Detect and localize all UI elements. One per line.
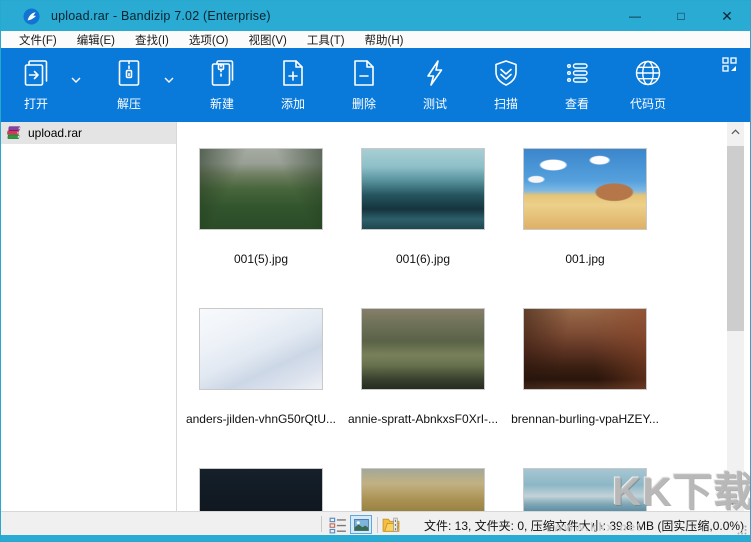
red-canyon-photo-thumbnail [523,308,647,390]
view-mode-toggle [329,515,403,534]
file-item[interactable] [342,442,504,513]
toolbar-open-label: 打开 [23,97,48,111]
mountain-lake-photo-thumbnail [523,468,647,513]
statusbar: 文件: 13, 文件夹: 0, 压缩文件大小: 39.8 MB (固实压缩,0.… [1,511,750,535]
minimize-button[interactable]: — [612,1,658,31]
extract-icon [113,54,145,89]
archive-summary-text: 文件: 13, 文件夹: 0, 压缩文件大小: 39.8 MB (固实压缩,0.… [424,519,745,533]
window-bottom-border [1,535,750,541]
file-item[interactable]: anders-jilden-vhnG50rQtU... [180,282,342,442]
toolbar-delete-label: 删除 [351,97,376,111]
toolbar: 打开 解压 新建 添加 删除 测试 扫描 查看 代码页 [1,48,750,122]
window-controls: — □ ✕ [612,1,750,31]
file-name: 001.jpg [565,252,605,266]
scrollbar-thumb[interactable] [727,146,744,331]
file-item[interactable]: brennan-burling-vpaHZEY... [504,282,666,442]
green-valley-photo-thumbnail [199,148,323,230]
toolbar-add-button[interactable]: 添加 [264,54,322,112]
toolbar-view-label: 查看 [564,97,589,111]
chevron-down-icon [71,71,81,86]
chevron-down-icon [164,71,174,86]
toolbar-extract-dropdown[interactable] [158,54,180,112]
ice-snow-photo-thumbnail [199,308,323,390]
desert-sky-photo-thumbnail [523,148,647,230]
file-name: brennan-burling-vpaHZEY... [511,412,659,426]
archive-tree-sidebar: upload.rar [1,122,177,513]
file-item[interactable] [504,442,666,513]
rar-archive-icon [7,126,21,139]
menu-file[interactable]: 文件(F) [9,31,67,48]
window-title: upload.rar - Bandizip 7.02 (Enterprise) [51,9,271,23]
sidebar-item-upload-rar[interactable]: upload.rar [1,122,176,144]
toolbar-open-button[interactable]: 打开 [7,54,65,112]
delete-file-icon [348,54,380,89]
toolbar-new-button[interactable]: 新建 [193,54,251,112]
scan-shield-icon [490,54,522,89]
open-archive-icon [20,54,52,89]
add-file-icon [277,54,309,89]
statusbar-separator [321,516,322,532]
codepage-globe-icon [632,54,664,89]
toolbar-add-label: 添加 [280,97,305,111]
toolbar-scan-button[interactable]: 扫描 [477,54,535,112]
resize-grip[interactable] [737,522,747,535]
file-name: 001(6).jpg [395,252,451,266]
bandizip-window: upload.rar - Bandizip 7.02 (Enterprise) … [0,0,751,542]
details-view-icon[interactable] [329,516,347,534]
toolbar-extract-button[interactable]: 解压 [100,54,158,112]
toolbar-view-button[interactable]: 查看 [548,54,606,112]
dark-night-figure-photo-thumbnail [199,468,323,513]
file-item[interactable]: annie-spratt-AbnkxsF0XrI-... [342,282,504,442]
new-archive-icon [206,54,238,89]
file-item[interactable]: 001(6).jpg [342,122,504,282]
toolbar-delete-button[interactable]: 删除 [335,54,393,112]
toolbar-codepage-label: 代码页 [629,97,666,111]
menu-tools[interactable]: 工具(T) [297,31,355,48]
menu-edit[interactable]: 编辑(E) [67,31,125,48]
menu-find[interactable]: 查找(I) [125,31,179,48]
menu-options[interactable]: 选项(O) [179,31,239,48]
thumbnail-view-icon[interactable] [350,515,372,534]
vertical-scrollbar[interactable] [727,122,744,513]
ocean-waves-photo-thumbnail [361,148,485,230]
menu-help[interactable]: 帮助(H) [355,31,414,48]
open-folder-zip-icon[interactable] [382,516,400,534]
toolbar-test-button[interactable]: 测试 [406,54,464,112]
main-area: upload.rar 001(5).jpg 001(6).jpg 001.jpg… [1,122,750,513]
view-list-icon [561,54,593,89]
sidebar-item-label: upload.rar [28,126,83,140]
toolbar-test-label: 测试 [422,97,447,111]
file-item[interactable] [180,442,342,513]
autumn-trees-photo-thumbnail [361,468,485,513]
file-name: anders-jilden-vhnG50rQtU... [185,412,337,426]
titlebar: upload.rar - Bandizip 7.02 (Enterprise) … [1,1,750,31]
maximize-button[interactable]: □ [658,1,704,31]
toolbar-open-dropdown[interactable] [65,54,87,112]
file-list: 001(5).jpg 001(6).jpg 001.jpg anders-jil… [178,122,728,513]
toolbar-scan-label: 扫描 [493,97,518,111]
bandizip-logo-icon [23,8,40,24]
file-name: 001(5).jpg [233,252,289,266]
file-item[interactable]: 001.jpg [504,122,666,282]
menubar: 文件(F) 编辑(E) 查找(I) 选项(O) 视图(V) 工具(T) 帮助(H… [1,31,750,48]
scroll-down-icon[interactable] [727,497,744,512]
toolbar-codepage-button[interactable]: 代码页 [619,54,677,112]
statusbar-separator [377,516,378,533]
file-item[interactable]: 001(5).jpg [180,122,342,282]
file-name: annie-spratt-AbnkxsF0XrI-... [347,412,499,426]
toolbar-new-label: 新建 [209,97,234,111]
close-button[interactable]: ✕ [704,1,750,31]
customize-toolbar-icon[interactable] [722,57,737,72]
scroll-up-icon[interactable] [727,124,744,139]
test-bolt-icon [419,54,451,89]
menu-view[interactable]: 视图(V) [239,31,297,48]
deer-forest-photo-thumbnail [361,308,485,390]
toolbar-extract-label: 解压 [116,97,141,111]
